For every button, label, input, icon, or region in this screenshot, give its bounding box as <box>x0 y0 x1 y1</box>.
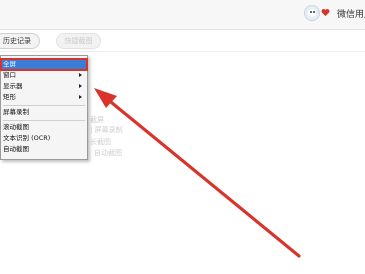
annotation-overlay <box>94 88 301 258</box>
annotation-arrow-shaft <box>104 96 301 258</box>
